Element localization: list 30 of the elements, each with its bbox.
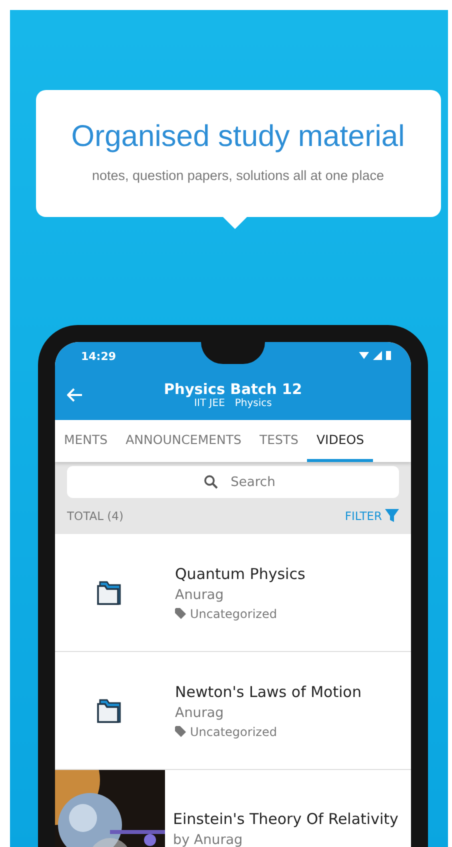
- item-author: by Anurag: [173, 832, 244, 847]
- search-field[interactable]: Search: [67, 466, 399, 498]
- total-count: TOTAL (4): [67, 509, 124, 523]
- tab[interactable]: TESTS: [250, 420, 308, 462]
- folder-icon: [96, 580, 124, 606]
- back-arrow-icon[interactable]: [67, 388, 83, 402]
- tab[interactable]: VIDEOS: [307, 420, 374, 462]
- tab[interactable]: ANNOUNCEMENTS: [116, 420, 250, 462]
- banner-title: Organised study material: [71, 120, 405, 154]
- filter-icon: [385, 509, 399, 523]
- status-time: 14:29: [81, 350, 116, 362]
- folder-icon: [96, 698, 124, 724]
- batch-title: Physics Batch 12: [164, 382, 302, 398]
- banner-subtitle: notes, question papers, solutions all at one place: [92, 168, 384, 183]
- item-title: Newton's Laws of Motion: [175, 682, 362, 700]
- item-title: Einstein's Theory Of Relativity: [173, 810, 398, 828]
- batch-tag: Physics: [234, 398, 272, 408]
- search-icon: [204, 475, 218, 489]
- tag-icon: [175, 726, 186, 737]
- status-icons: [359, 351, 393, 361]
- tab[interactable]: MENTS: [55, 420, 117, 462]
- item-title: Quantum Physics: [175, 564, 306, 582]
- item-author: Anurag: [175, 704, 225, 720]
- batch-tag: IIT JEE: [194, 398, 225, 408]
- item-author: Anurag: [175, 586, 225, 602]
- item-category: Uncategorized: [190, 606, 277, 620]
- tag-icon: [175, 608, 186, 619]
- camera-notch: [201, 342, 265, 364]
- filter-button[interactable]: FILTER: [344, 509, 399, 523]
- item-category: Uncategorized: [190, 724, 277, 738]
